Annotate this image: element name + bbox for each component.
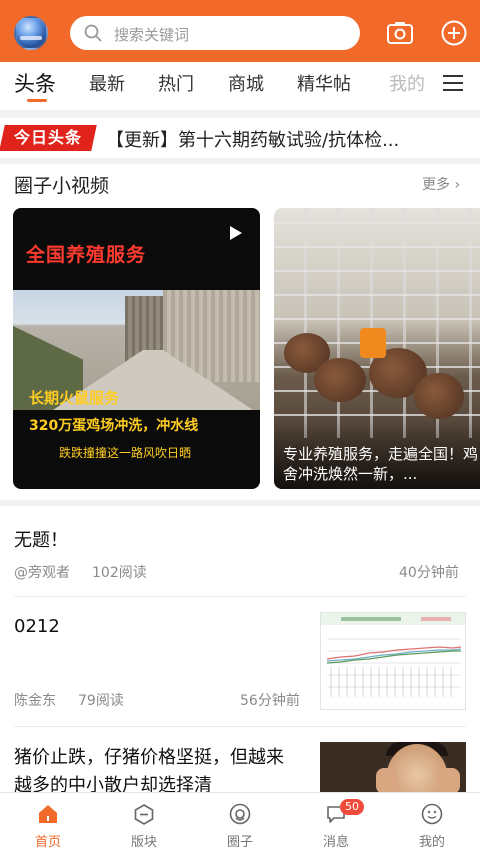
nav-sections[interactable]: 版块 xyxy=(96,793,192,854)
article-title[interactable]: 无题！ xyxy=(14,526,68,552)
article-thumbnail[interactable] xyxy=(320,612,466,710)
nav-messages[interactable]: 50 消息 xyxy=(288,793,384,854)
article-title[interactable]: 0212 xyxy=(14,616,60,637)
today-headline-badge-label: 今日头条 xyxy=(13,128,82,147)
more-link[interactable]: 更多 › xyxy=(422,174,460,194)
user-avatar[interactable] xyxy=(14,16,48,50)
article-reads: 79阅读 xyxy=(78,693,124,709)
video-section-title: 圈子小视频 xyxy=(14,175,110,197)
video-card-2[interactable]: 专业养殖服务，走遍全国！鸡舍冲洗焕然一新，... xyxy=(274,208,480,489)
article-time: 40分钟前 xyxy=(399,565,459,581)
nav-sections-label: 版块 xyxy=(130,835,157,850)
bottom-navigation: 首页 版块 圈子 50 消息 我的 xyxy=(0,792,480,854)
search-icon xyxy=(84,24,102,42)
tab-mall[interactable]: 商城 xyxy=(228,70,264,96)
tab-featured[interactable]: 精华帖 xyxy=(297,70,351,96)
nav-profile-label: 我的 xyxy=(418,835,445,850)
video-overlay-subtitle: 320万蛋鸡场冲洗，冲水线 xyxy=(29,418,199,434)
video-overlay-subtitle: 跌跌撞撞这一路风吹日晒 xyxy=(59,446,192,460)
separator xyxy=(0,110,480,118)
headline-text[interactable]: 【更新】第十六期药敏试验/抗体检... xyxy=(106,126,399,152)
tab-headlines[interactable]: 头条 xyxy=(14,68,56,98)
app-screen: 搜索关键词 头条 最新 热门 商城 精华帖 我的 今日头条 【更新】第十六期药敏… xyxy=(0,0,480,854)
article-thumbnail[interactable] xyxy=(320,742,466,792)
video-overlay-title: 全国养殖服务 xyxy=(26,244,147,266)
message-count-badge: 50 xyxy=(340,799,364,815)
nav-circle-label: 圈子 xyxy=(226,835,253,850)
camera-icon[interactable] xyxy=(386,20,414,46)
profile-icon xyxy=(421,803,443,825)
nav-circle[interactable]: 圈子 xyxy=(192,793,288,854)
article-author[interactable]: 陈金东 xyxy=(14,690,56,710)
nav-home-label: 首页 xyxy=(34,835,61,850)
separator xyxy=(0,158,480,164)
active-tab-indicator xyxy=(27,99,47,102)
add-circle-icon[interactable] xyxy=(440,19,468,47)
search-box[interactable]: 搜索关键词 xyxy=(70,16,360,50)
article-time: 56分钟前 xyxy=(240,693,300,709)
menu-icon[interactable] xyxy=(443,75,463,93)
video-caption: 专业养殖服务，走遍全国！鸡舍冲洗焕然一新，... xyxy=(283,445,479,483)
article-reads: 102阅读 xyxy=(92,565,147,581)
video-card-1[interactable]: 全国养殖服务 长期火鼠服务 320万蛋鸡场冲洗，冲水线 跌跌撞撞这一路风吹日晒 xyxy=(13,208,260,489)
headline-bar[interactable]: 今日头条 【更新】第十六期药敏试验/抗体检... xyxy=(0,118,480,158)
home-icon xyxy=(39,805,57,823)
chevron-right-icon: › xyxy=(450,177,461,193)
search-placeholder: 搜索关键词 xyxy=(114,26,190,44)
separator xyxy=(0,500,480,506)
tab-mine[interactable]: 我的 xyxy=(389,70,425,96)
tab-latest[interactable]: 最新 xyxy=(89,70,125,96)
video-overlay-subtitle: 长期火鼠服务 xyxy=(29,389,120,407)
section-icon xyxy=(134,804,154,825)
circle-icon xyxy=(229,803,251,825)
divider xyxy=(14,596,466,597)
chart-thumbnail-image xyxy=(321,613,465,697)
article-author[interactable]: @旁观者 xyxy=(14,562,70,582)
more-label: 更多 xyxy=(422,177,450,193)
nav-profile[interactable]: 我的 xyxy=(384,793,480,854)
channel-tabs: 头条 最新 热门 商城 精华帖 我的 xyxy=(0,62,480,110)
tab-hot[interactable]: 热门 xyxy=(158,70,194,96)
divider xyxy=(14,726,466,727)
play-icon[interactable] xyxy=(230,226,242,240)
nav-home[interactable]: 首页 xyxy=(0,793,96,854)
today-headline-badge: 今日头条 xyxy=(0,125,97,151)
nav-messages-label: 消息 xyxy=(322,835,349,850)
top-bar: 搜索关键词 xyxy=(0,0,480,62)
